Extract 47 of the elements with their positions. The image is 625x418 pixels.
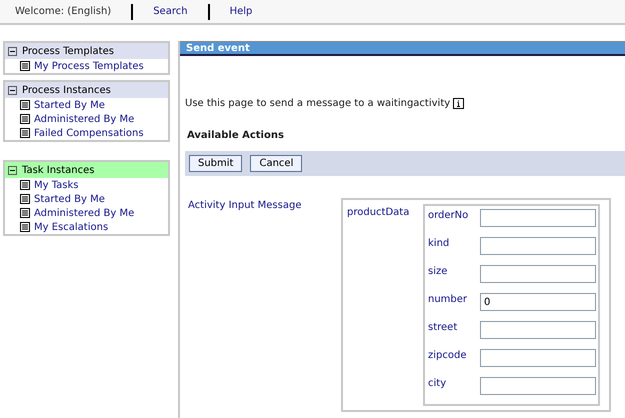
action-button[interactable]: Cancel: [250, 155, 302, 172]
field-label: size: [428, 265, 448, 279]
field-label: zipcode: [428, 349, 468, 363]
message-label: Activity Input Message: [188, 199, 302, 213]
list-icon: [20, 128, 30, 138]
nav-link[interactable]: My Process Templates: [34, 58, 144, 74]
list-icon: [20, 180, 30, 190]
text-field[interactable]: [480, 321, 596, 339]
nav-link[interactable]: My Escalations: [34, 220, 108, 234]
field-label: kind: [428, 237, 450, 251]
list-icon: [20, 194, 30, 204]
group-label: productData: [347, 206, 410, 220]
field-label: city: [428, 377, 448, 391]
field-label: number: [428, 293, 468, 307]
field-label: orderNo: [428, 209, 470, 223]
field-label: street: [428, 321, 458, 335]
collapse-icon[interactable]: [8, 86, 17, 94]
info-icon[interactable]: [453, 98, 464, 109]
nav-link[interactable]: Started By Me: [34, 192, 105, 206]
nav-link[interactable]: Help: [230, 4, 252, 19]
list-icon: [20, 208, 30, 218]
section-header[interactable]: Process Templates: [5, 43, 168, 59]
section-header[interactable]: Task Instances: [5, 162, 168, 178]
welcome-text: Welcome: (English): [15, 5, 112, 19]
list-icon: [20, 114, 30, 124]
text-field[interactable]: [480, 349, 596, 367]
text-field[interactable]: 0: [480, 293, 596, 311]
description-text: Use this page to send a message to a waitingactivity: [185, 97, 450, 111]
nav-link[interactable]: My Tasks: [34, 178, 79, 192]
text-field[interactable]: [480, 377, 596, 395]
text-field[interactable]: [480, 209, 596, 227]
list-icon: [20, 61, 30, 71]
nav-link[interactable]: Administered By Me: [34, 112, 134, 126]
nav-link[interactable]: Started By Me: [34, 98, 105, 112]
list-icon: [20, 100, 30, 110]
text-field[interactable]: [480, 237, 596, 255]
nav-link[interactable]: Search: [153, 4, 188, 19]
list-icon: [20, 222, 30, 232]
actions-heading: Available Actions: [186, 129, 285, 143]
nav-link[interactable]: Failed Compensations: [34, 126, 144, 140]
action-button[interactable]: Submit: [189, 155, 242, 172]
nav-link[interactable]: Administered By Me: [34, 206, 134, 220]
collapse-icon[interactable]: [8, 46, 17, 56]
panel-title: Send event: [180, 41, 625, 56]
text-field[interactable]: [480, 265, 596, 283]
section-header[interactable]: Process Instances: [5, 82, 168, 98]
collapse-icon[interactable]: [8, 166, 17, 174]
